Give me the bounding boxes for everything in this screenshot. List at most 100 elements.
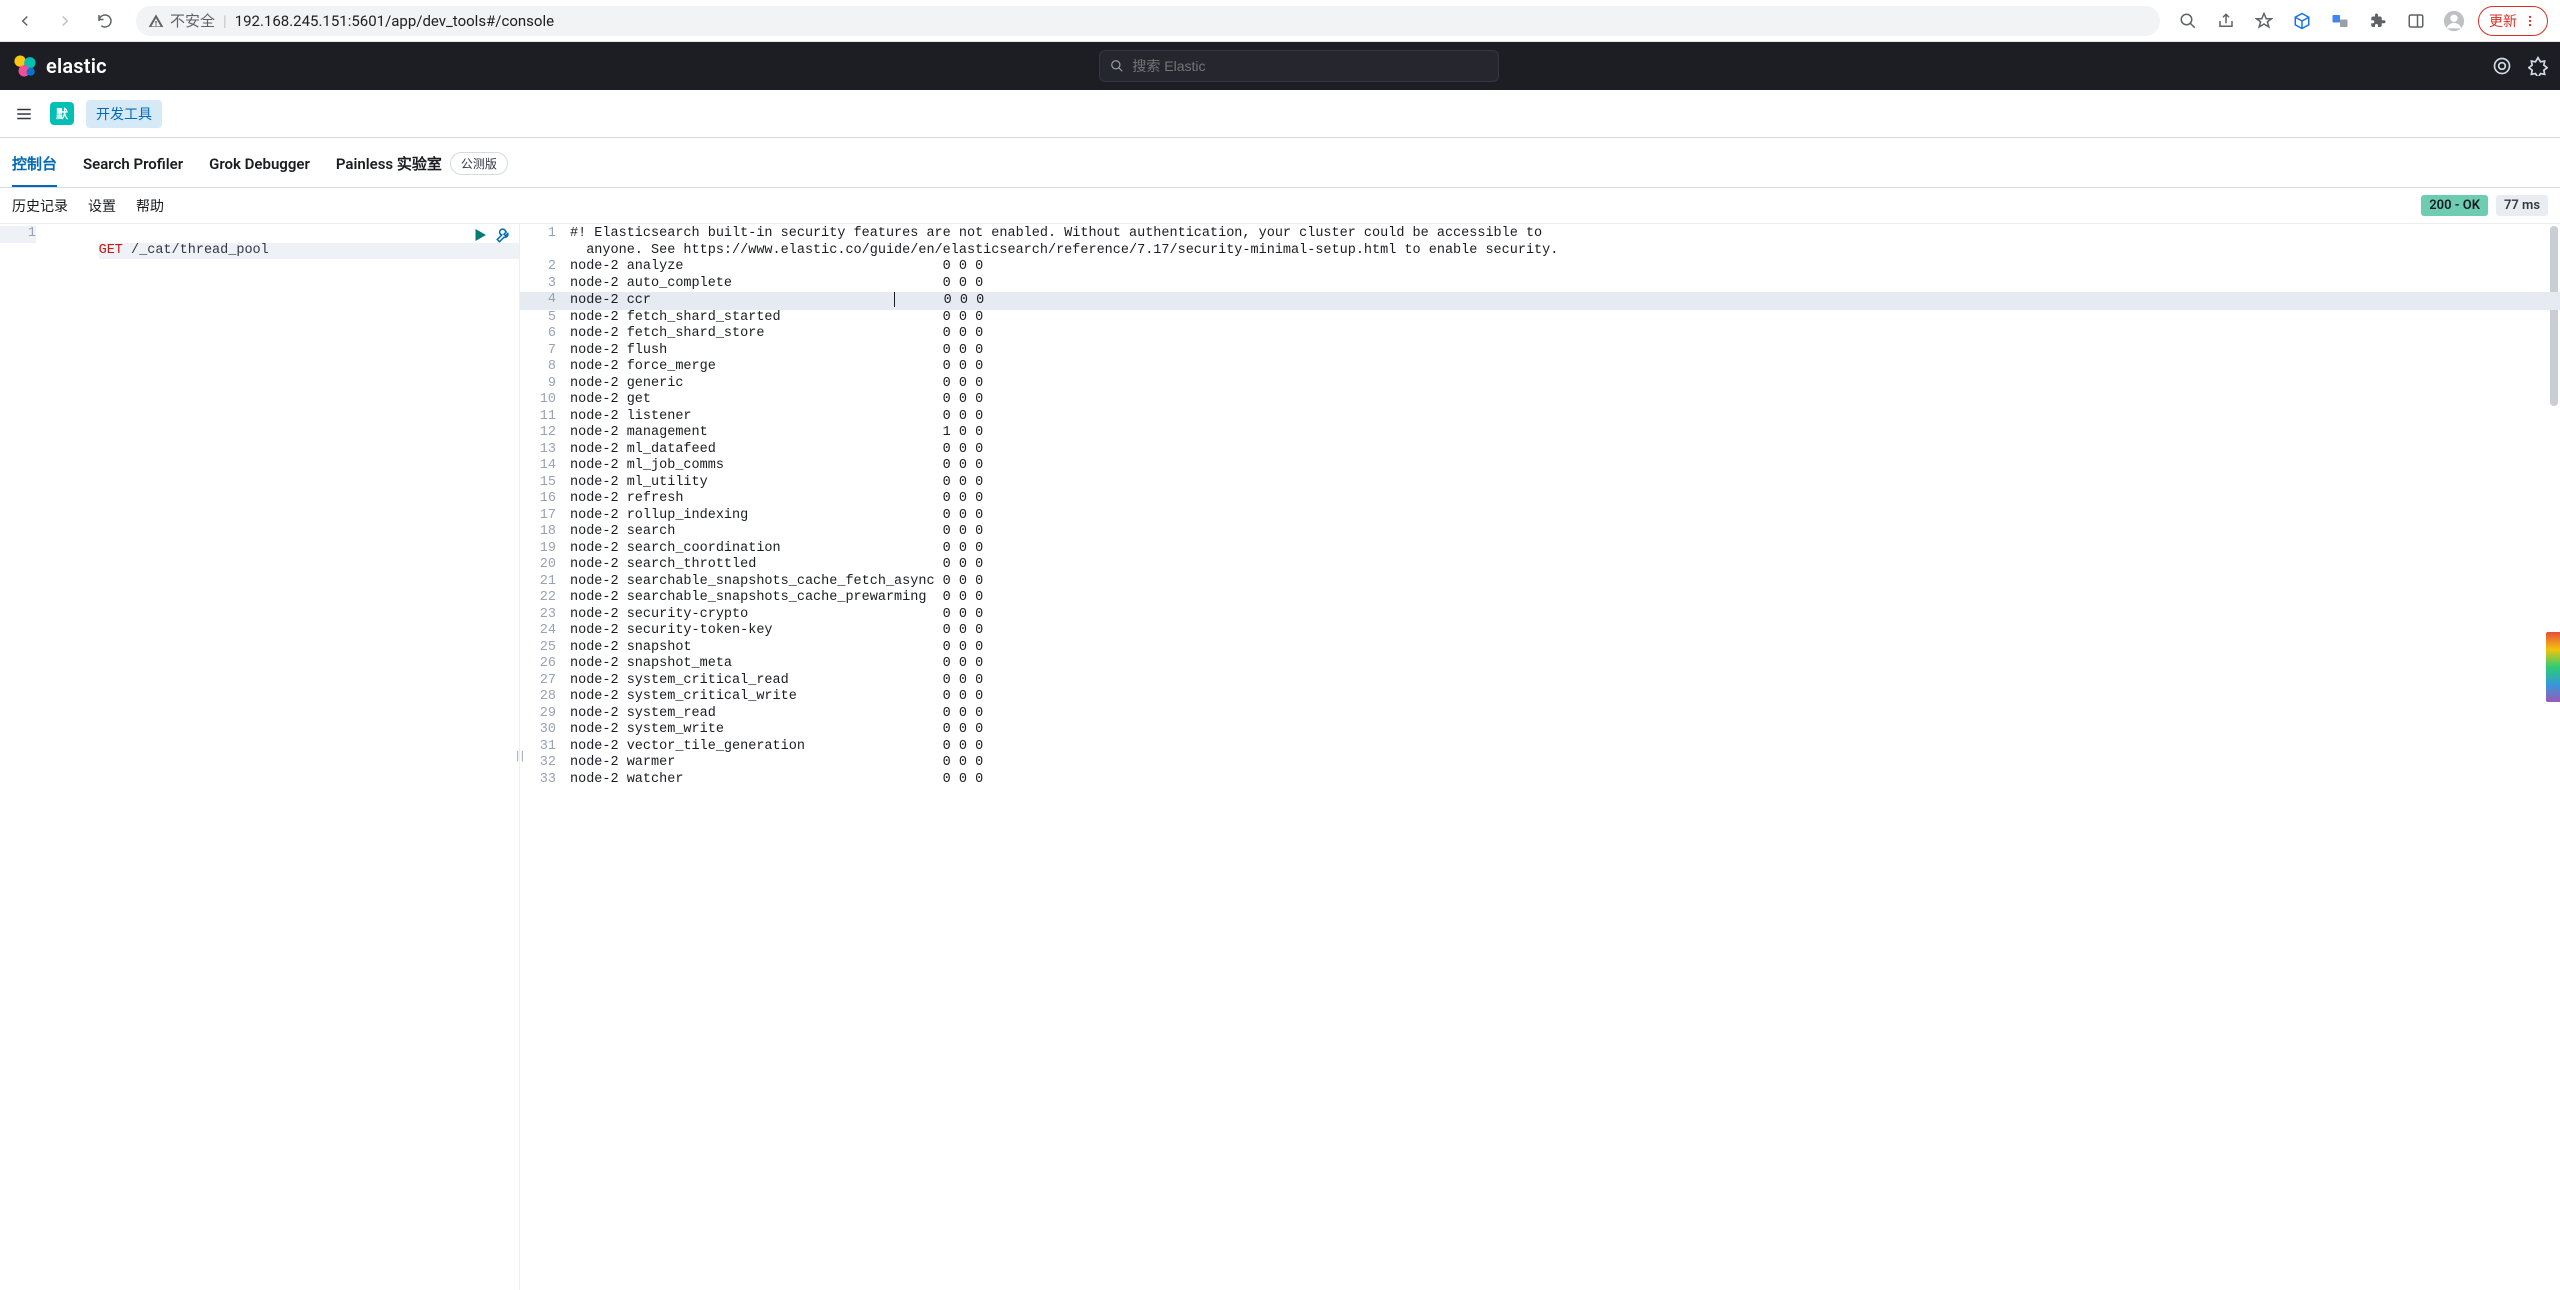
elastic-logo-text: elastic [46, 54, 107, 78]
help-icon[interactable] [2528, 56, 2548, 76]
history-link[interactable]: 历史记录 [12, 196, 68, 216]
pane-resize-handle[interactable]: || [514, 749, 524, 766]
request-method: GET [99, 243, 123, 258]
output-text: node-2 refresh 0 0 0 [564, 491, 2560, 508]
line-number: 16 [520, 491, 564, 508]
output-text: node-2 snapshot_meta 0 0 0 [564, 656, 2560, 673]
line-number: 1 [520, 226, 564, 243]
output-row: 19node-2 search_coordination 0 0 0 [520, 541, 2560, 558]
output-text: node-2 rollup_indexing 0 0 0 [564, 508, 2560, 525]
output-row: 29node-2 system_read 0 0 0 [520, 706, 2560, 723]
output-text: node-2 analyze 0 0 0 [564, 259, 2560, 276]
output-row: 12node-2 management 1 0 0 [520, 425, 2560, 442]
line-number: 7 [520, 343, 564, 360]
nav-menu-button[interactable] [10, 100, 38, 128]
run-icon[interactable] [471, 226, 489, 244]
output-row: 6node-2 fetch_shard_store 0 0 0 [520, 326, 2560, 343]
output-text: node-2 warmer 0 0 0 [564, 755, 2560, 772]
kibana-header: elastic [0, 42, 2560, 90]
line-number: 26 [520, 656, 564, 673]
line-number: 10 [520, 392, 564, 409]
forward-button[interactable] [48, 4, 82, 38]
line-number: 9 [520, 376, 564, 393]
output-row: 5node-2 fetch_shard_started 0 0 0 [520, 310, 2560, 327]
elastic-logo-icon [12, 53, 38, 79]
chrome-action-icons: 更新 [2174, 6, 2552, 36]
output-row: 9node-2 generic 0 0 0 [520, 376, 2560, 393]
request-line[interactable]: GET /_cat/thread_pool [99, 243, 520, 260]
output-row: 15node-2 ml_utility 0 0 0 [520, 475, 2560, 492]
browser-toolbar: 不安全 | 192.168.245.151:5601/app/dev_tools… [0, 0, 2560, 42]
output-row: 11node-2 listener 0 0 0 [520, 409, 2560, 426]
global-search-input[interactable] [1132, 58, 1488, 74]
output-text: node-2 system_read 0 0 0 [564, 706, 2560, 723]
output-text: node-2 ml_job_comms 0 0 0 [564, 458, 2560, 475]
profile-avatar[interactable] [2440, 7, 2468, 35]
reload-button[interactable] [88, 4, 122, 38]
output-row: 28node-2 system_critical_write 0 0 0 [520, 689, 2560, 706]
output-text: node-2 auto_complete 0 0 0 [564, 276, 2560, 293]
tab-search-profiler[interactable]: Search Profiler [83, 141, 183, 185]
output-row: 21node-2 searchable_snapshots_cache_fetc… [520, 574, 2560, 591]
output-row: 3node-2 auto_complete 0 0 0 [520, 276, 2560, 293]
output-row: 23node-2 security-crypto 0 0 0 [520, 607, 2560, 624]
output-text: node-2 security-token-key 0 0 0 [564, 623, 2560, 640]
extension-cube-icon[interactable] [2288, 7, 2316, 35]
output-row: 14node-2 ml_job_comms 0 0 0 [520, 458, 2560, 475]
line-number: 19 [520, 541, 564, 558]
wrench-icon[interactable] [495, 226, 513, 244]
zoom-icon[interactable] [2174, 7, 2202, 35]
devtools-tabs: 控制台 Search Profiler Grok Debugger Painle… [0, 138, 2560, 188]
update-button[interactable]: 更新 [2478, 6, 2548, 36]
line-number: 33 [520, 772, 564, 789]
newsfeed-icon[interactable] [2492, 56, 2512, 76]
output-text: node-2 security-crypto 0 0 0 [564, 607, 2560, 624]
translate-icon[interactable] [2326, 7, 2354, 35]
back-button[interactable] [8, 4, 42, 38]
output-text: anyone. See https://www.elastic.co/guide… [564, 243, 2560, 260]
address-bar[interactable]: 不安全 | 192.168.245.151:5601/app/dev_tools… [136, 6, 2160, 36]
settings-link[interactable]: 设置 [88, 196, 116, 216]
line-number: 12 [520, 425, 564, 442]
tab-painless-lab[interactable]: Painless 实验室 公测版 [336, 138, 508, 187]
space-badge[interactable]: 默 [50, 102, 74, 125]
line-number [520, 243, 564, 260]
warning-icon [148, 13, 164, 29]
request-path: /_cat/thread_pool [131, 243, 269, 258]
console-editor: 1 GET /_cat/thread_pool || 1#! Elasticse… [0, 224, 2560, 1290]
line-number: 20 [520, 557, 564, 574]
extensions-icon[interactable] [2364, 7, 2392, 35]
global-search[interactable] [1099, 50, 1499, 82]
response-pane[interactable]: 1#! Elasticsearch built-in security feat… [520, 224, 2560, 1290]
output-row: 4node-2 ccr 0 0 0 [520, 292, 2560, 310]
help-link[interactable]: 帮助 [136, 196, 164, 216]
line-number: 31 [520, 739, 564, 756]
line-number: 30 [520, 722, 564, 739]
output-text: node-2 search_coordination 0 0 0 [564, 541, 2560, 558]
share-icon[interactable] [2212, 7, 2240, 35]
update-label: 更新 [2489, 11, 2517, 31]
line-number: 21 [520, 574, 564, 591]
line-number: 4 [520, 292, 564, 310]
line-number: 3 [520, 276, 564, 293]
bookmark-icon[interactable] [2250, 7, 2278, 35]
line-number: 23 [520, 607, 564, 624]
output-text: node-2 snapshot 0 0 0 [564, 640, 2560, 657]
url-text: 192.168.245.151:5601/app/dev_tools#/cons… [235, 12, 554, 30]
line-number: 32 [520, 755, 564, 772]
search-icon [1110, 59, 1124, 73]
side-indicator [2546, 632, 2560, 702]
output-row: 25node-2 snapshot 0 0 0 [520, 640, 2560, 657]
output-text: node-2 fetch_shard_store 0 0 0 [564, 326, 2560, 343]
tab-console[interactable]: 控制台 [12, 139, 57, 186]
line-number: 11 [520, 409, 564, 426]
tab-grok-debugger[interactable]: Grok Debugger [209, 141, 310, 185]
output-text: node-2 listener 0 0 0 [564, 409, 2560, 426]
output-text: node-2 get 0 0 0 [564, 392, 2560, 409]
console-toolbar: 历史记录 设置 帮助 200 - OK 77 ms [0, 188, 2560, 224]
elastic-logo[interactable]: elastic [12, 53, 107, 79]
output-row: 22node-2 searchable_snapshots_cache_prew… [520, 590, 2560, 607]
breadcrumb-devtools[interactable]: 开发工具 [86, 100, 162, 128]
request-pane[interactable]: 1 GET /_cat/thread_pool [0, 224, 520, 1290]
sidepanel-icon[interactable] [2402, 7, 2430, 35]
